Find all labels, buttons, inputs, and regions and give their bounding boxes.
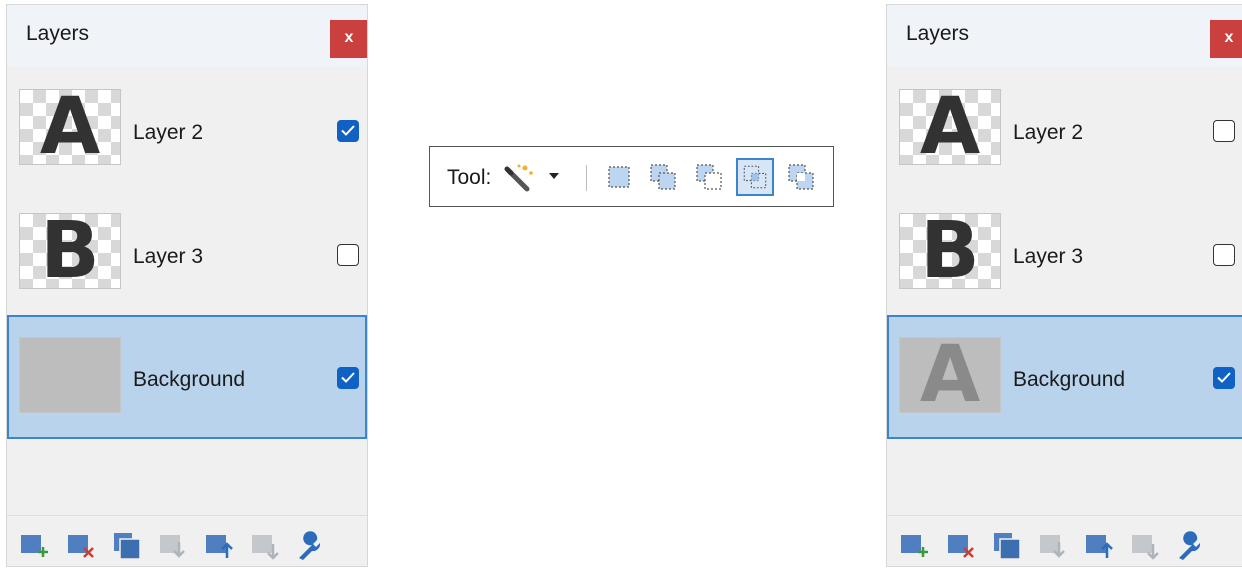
move-layer-down-icon[interactable]	[1129, 530, 1161, 562]
layer-visibility-checkbox[interactable]	[1213, 120, 1235, 142]
close-button[interactable]: x	[1210, 20, 1242, 58]
delete-layer-icon[interactable]	[945, 530, 977, 562]
layer-name: Layer 3	[133, 245, 204, 268]
layer-row-layer-2[interactable]: A Layer 2	[7, 71, 367, 195]
panel-title: Layers	[26, 22, 90, 45]
layer-name: Layer 3	[1013, 245, 1084, 268]
layer-thumbnail: B	[19, 213, 121, 289]
layer-row-layer-3[interactable]: B Layer 3	[887, 195, 1242, 319]
xor-selection-icon[interactable]	[785, 161, 817, 193]
panel-titlebar: Layers x	[887, 5, 1242, 67]
panel-titlebar: Layers x	[7, 5, 367, 67]
layers-toolbar	[887, 515, 1242, 566]
layer-visibility-checkbox[interactable]	[337, 244, 359, 266]
layer-visibility-checkbox[interactable]	[337, 367, 359, 389]
layer-visibility-checkbox[interactable]	[1213, 367, 1235, 389]
layers-panel-left: Layers x A Layer 2 B Layer 3 Background	[6, 4, 368, 567]
layer-row-layer-2[interactable]: A Layer 2	[887, 71, 1242, 195]
layer-name: Background	[1013, 368, 1126, 391]
layer-row-background[interactable]: Background	[7, 315, 367, 439]
replace-selection-icon[interactable]	[603, 161, 635, 193]
chevron-down-icon[interactable]	[548, 172, 560, 180]
toolbar-divider	[586, 165, 587, 191]
layer-thumbnail: A	[899, 337, 1001, 413]
layer-thumbnail: B	[899, 213, 1001, 289]
add-layer-icon[interactable]	[898, 530, 930, 562]
merge-layer-down-icon[interactable]	[157, 530, 189, 562]
layer-visibility-checkbox[interactable]	[1213, 244, 1235, 266]
exclude-selection-icon[interactable]	[693, 161, 725, 193]
layer-thumbnail: A	[899, 89, 1001, 165]
layer-row-layer-3[interactable]: B Layer 3	[7, 195, 367, 319]
layer-name: Layer 2	[133, 121, 204, 144]
intersect-selection-icon[interactable]	[736, 158, 774, 196]
tool-label: Tool:	[447, 166, 492, 189]
duplicate-layer-icon[interactable]	[111, 530, 143, 562]
layer-row-background[interactable]: A Background	[887, 315, 1242, 439]
layer-name: Layer 2	[1013, 121, 1084, 144]
magic-wand-icon[interactable]	[503, 163, 539, 193]
duplicate-layer-icon[interactable]	[991, 530, 1023, 562]
checkmark-icon	[341, 372, 355, 383]
merge-layer-down-icon[interactable]	[1037, 530, 1069, 562]
layer-visibility-checkbox[interactable]	[337, 120, 359, 142]
layer-properties-icon[interactable]	[295, 530, 327, 562]
close-button[interactable]: x	[330, 20, 367, 58]
move-layer-up-icon[interactable]	[203, 530, 235, 562]
delete-layer-icon[interactable]	[65, 530, 97, 562]
checkmark-icon	[1217, 372, 1231, 383]
layers-panel-right: Layers x A Layer 2 B Layer 3 A Backgroun…	[886, 4, 1242, 567]
move-layer-down-icon[interactable]	[249, 530, 281, 562]
layer-properties-icon[interactable]	[1175, 530, 1207, 562]
add-layer-icon[interactable]	[18, 530, 50, 562]
union-selection-icon[interactable]	[647, 161, 679, 193]
layer-thumbnail: A	[19, 89, 121, 165]
layer-name: Background	[133, 368, 246, 391]
layers-toolbar	[7, 515, 367, 566]
tool-strip: Tool:	[429, 146, 834, 207]
layer-thumbnail	[19, 337, 121, 413]
checkmark-icon	[341, 125, 355, 136]
move-layer-up-icon[interactable]	[1083, 530, 1115, 562]
panel-title: Layers	[906, 22, 970, 45]
